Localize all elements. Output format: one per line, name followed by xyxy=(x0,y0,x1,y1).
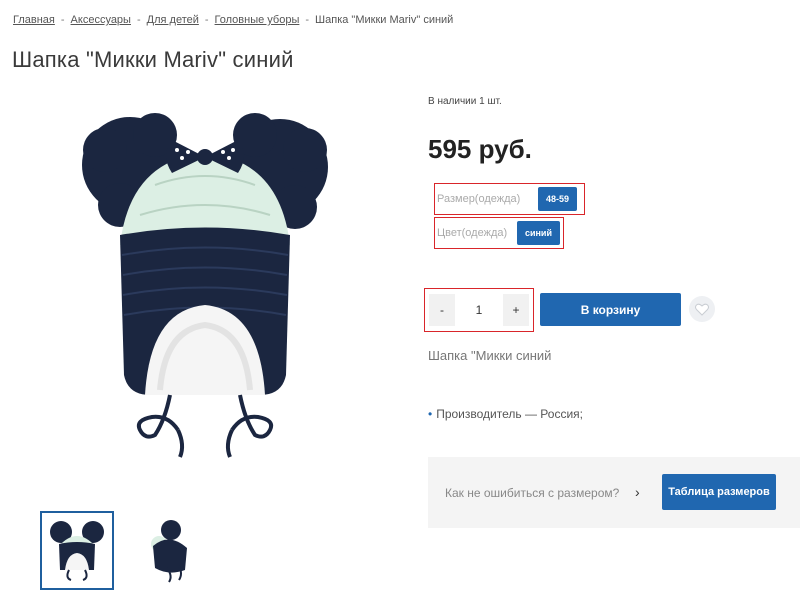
thumbnail-front[interactable] xyxy=(40,511,114,590)
quantity-input[interactable]: 1 xyxy=(455,294,503,326)
size-help-panel: Как не ошибиться с размером? › Таблица р… xyxy=(428,457,800,528)
spec-item-manufacturer: • Производитель — Россия; xyxy=(428,407,583,421)
size-table-button[interactable]: Таблица размеров xyxy=(662,474,776,510)
favorite-button[interactable] xyxy=(689,296,715,322)
hat-illustration xyxy=(82,113,328,458)
breadcrumb-link-kids[interactable]: Для детей xyxy=(147,14,199,26)
add-to-cart-button[interactable]: В корзину xyxy=(540,293,681,326)
size-label: Размер(одежда) xyxy=(437,193,521,205)
chevron-right-icon: › xyxy=(635,484,640,500)
color-property: Цвет(одежда) синий xyxy=(434,217,564,249)
breadcrumb: Главная - Аксессуары - Для детей - Головные уб… xyxy=(13,14,453,26)
hat-thumbnail-front xyxy=(50,520,104,581)
breadcrumb-separator: - xyxy=(305,14,310,26)
spec-text: Производитель — Россия; xyxy=(436,407,583,421)
size-property: Размер(одежда) 48-59 xyxy=(434,183,585,215)
quantity-stepper: - 1 + xyxy=(424,288,534,332)
thumbnail-gallery xyxy=(40,511,206,590)
breadcrumb-separator: - xyxy=(136,14,141,26)
quantity-decrease-button[interactable]: - xyxy=(429,294,455,326)
heart-icon xyxy=(695,303,709,316)
product-description: Шапка "Микки синий xyxy=(428,348,552,363)
product-main-image[interactable] xyxy=(60,95,350,485)
breadcrumb-link-headwear[interactable]: Головные уборы xyxy=(215,14,300,26)
breadcrumb-separator: - xyxy=(60,14,65,26)
color-option-button[interactable]: синий xyxy=(516,221,560,245)
quantity-increase-button[interactable]: + xyxy=(503,294,529,326)
stock-status: В наличии 1 шт. xyxy=(428,96,502,107)
product-price: 595 руб. xyxy=(428,134,532,164)
breadcrumb-current: Шапка "Микки Mariv" синий xyxy=(315,14,454,26)
breadcrumb-separator: - xyxy=(204,14,209,26)
size-help-question: Как не ошибиться с размером? xyxy=(445,486,620,500)
breadcrumb-link-accessories[interactable]: Аксессуары xyxy=(71,14,131,26)
hat-thumbnail-side xyxy=(151,519,187,583)
page-title: Шапка "Микки Mariv" синий xyxy=(12,47,294,72)
thumbnail-side[interactable] xyxy=(132,511,206,590)
size-option-button[interactable]: 48-59 xyxy=(538,187,578,211)
color-label: Цвет(одежда) xyxy=(437,227,508,239)
bullet-icon: • xyxy=(428,407,433,421)
breadcrumb-link-home[interactable]: Главная xyxy=(13,14,55,26)
